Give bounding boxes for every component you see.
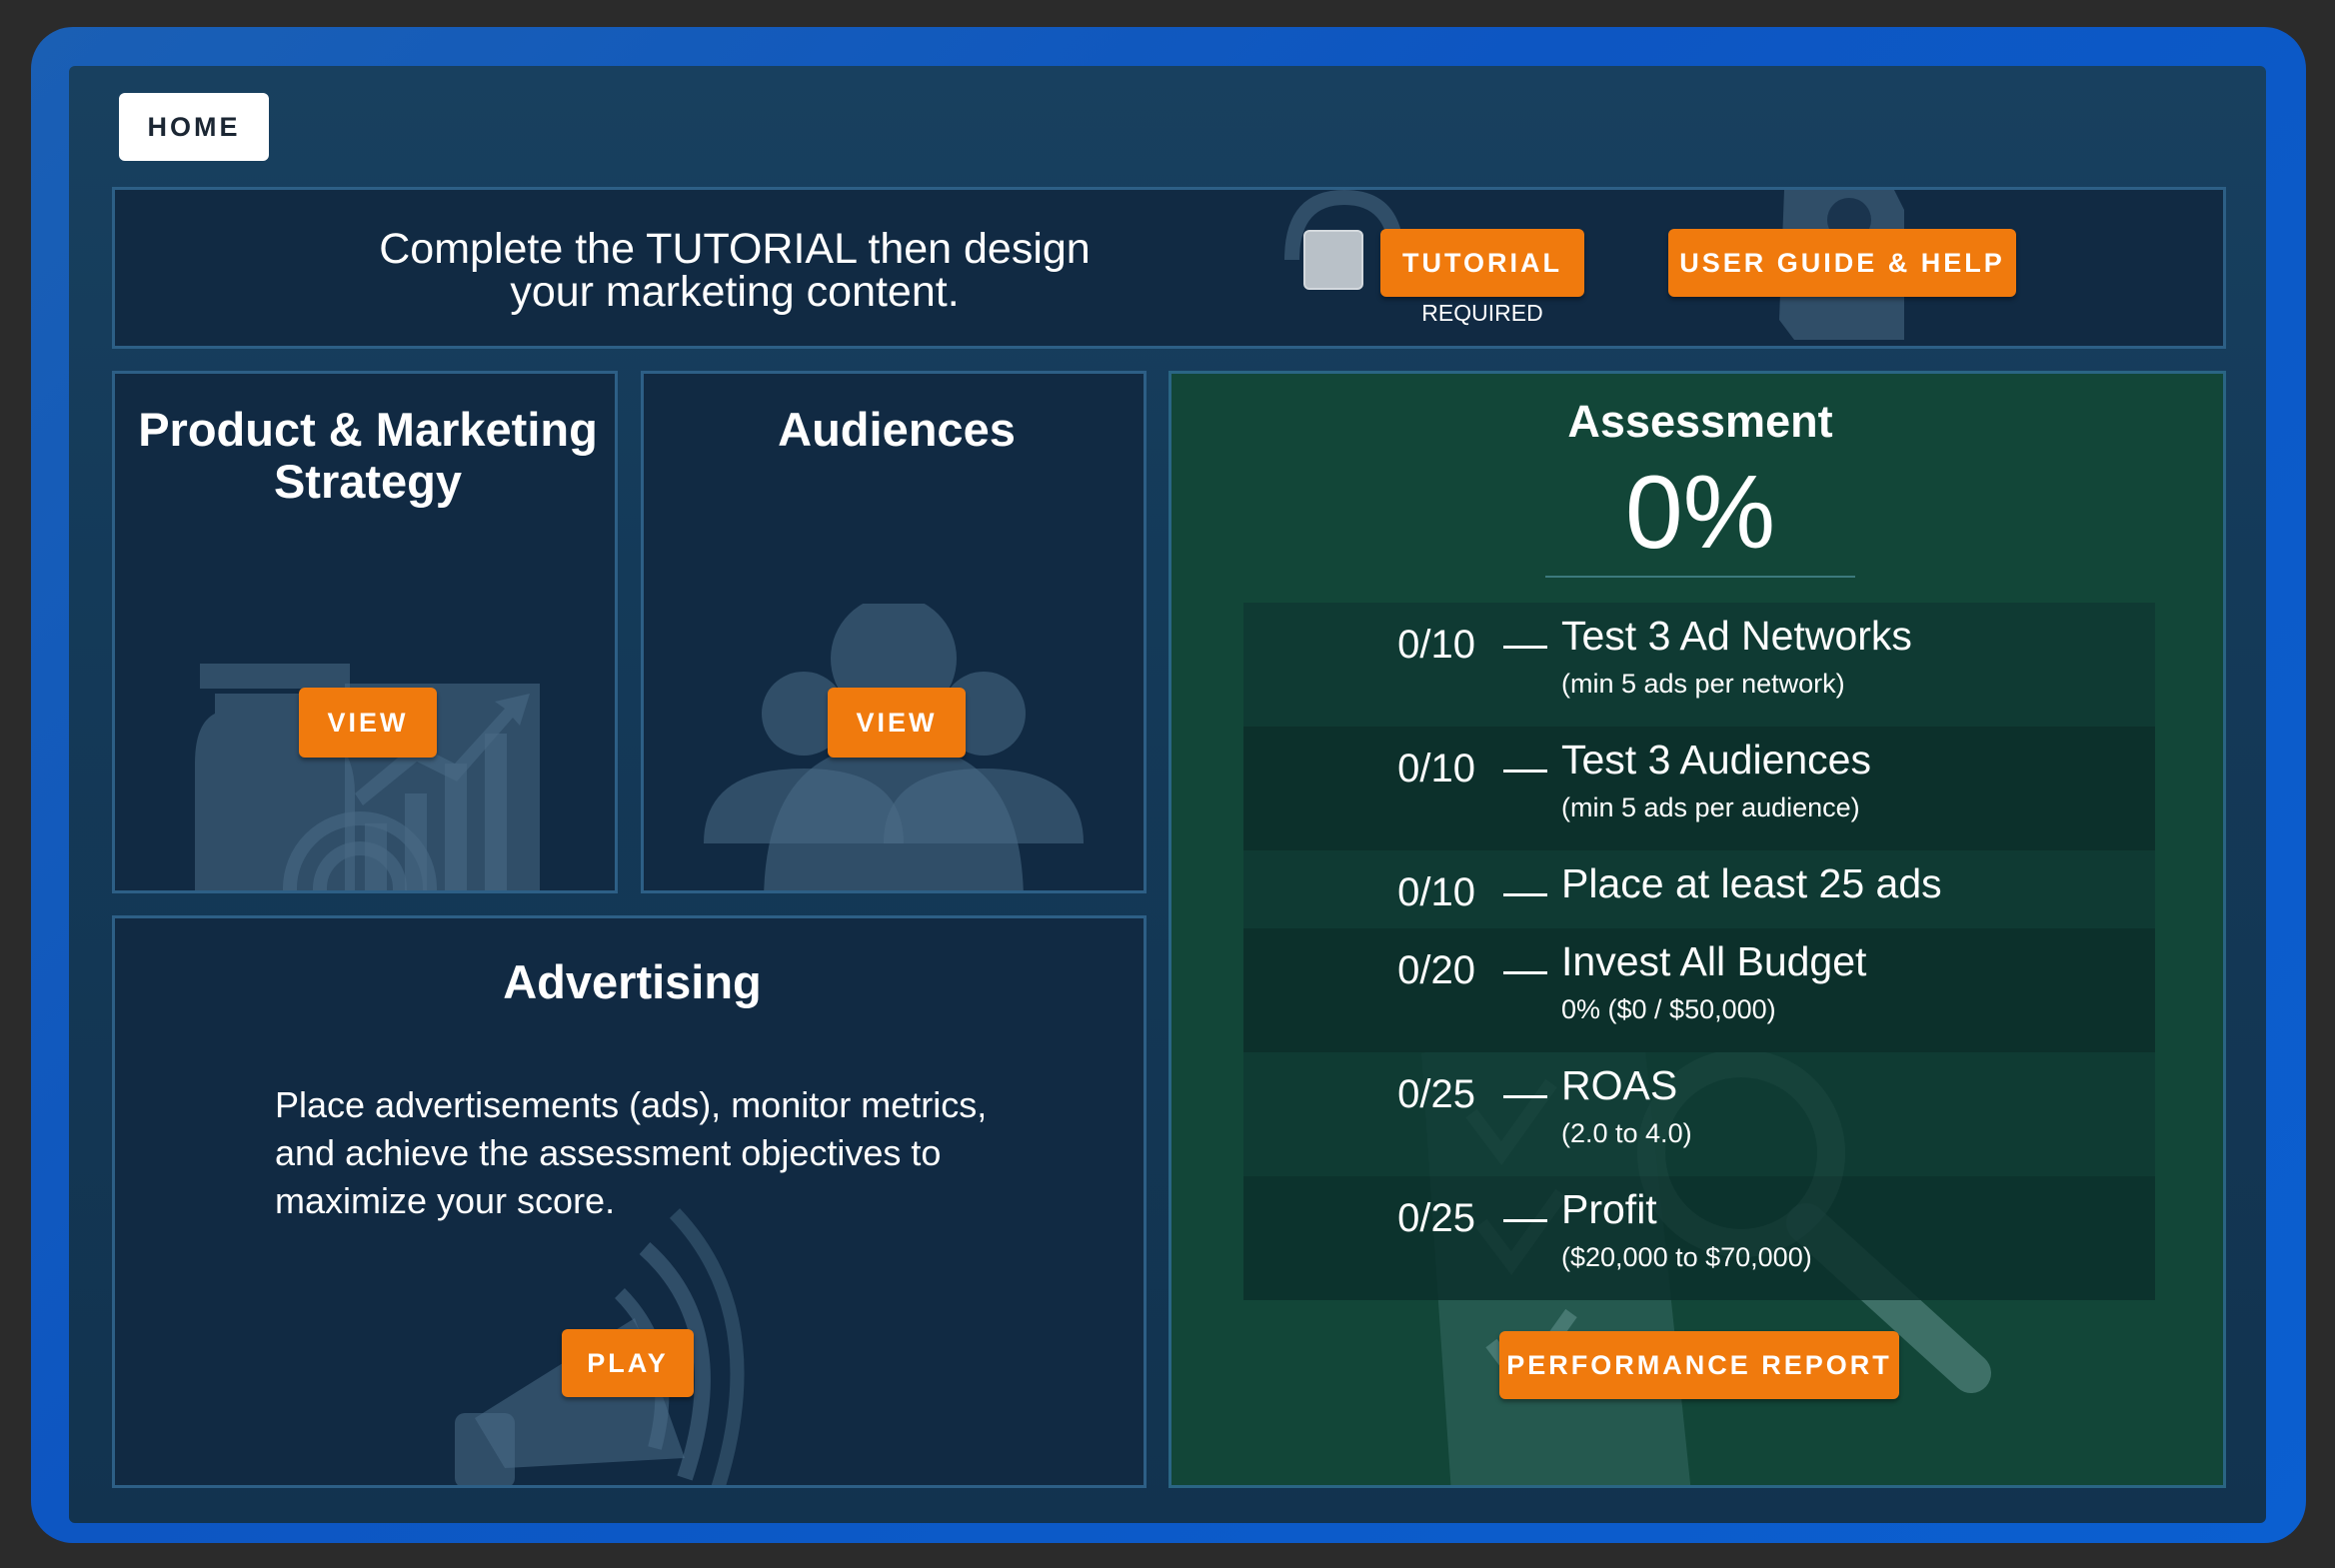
objective-invest-budget: 0/20 Invest All Budget 0% ($0 / $50,000) bbox=[1243, 928, 2155, 1052]
assessment-title: Assessment bbox=[1567, 396, 1833, 447]
objective-audiences: 0/10 Test 3 Audiences (min 5 ads per aud… bbox=[1243, 727, 2155, 850]
advertising-description: Place advertisements (ads), monitor metr… bbox=[275, 1084, 988, 1221]
assessment-card: Assessment 0% 0/10 Test 3 Ad Networks (m… bbox=[1168, 371, 2226, 1488]
objective-subtitle: (min 5 ads per network) bbox=[1561, 669, 1845, 699]
objective-dash bbox=[1503, 646, 1547, 649]
advertising-card: Advertising Place advertisements (ads), … bbox=[112, 915, 1147, 1488]
banner-message: Complete the TUTORIAL then design your m… bbox=[315, 190, 1155, 346]
tutorial-button[interactable]: TUTORIAL bbox=[1380, 229, 1584, 297]
banner-message-line-1: Complete the TUTORIAL then design bbox=[379, 225, 1091, 273]
score-underline bbox=[1545, 576, 1855, 578]
objective-dash bbox=[1503, 893, 1547, 896]
tutorial-complete-checkbox[interactable] bbox=[1303, 230, 1363, 290]
objective-score: 0/20 bbox=[1397, 948, 1475, 992]
objective-title: ROAS bbox=[1561, 1062, 1678, 1108]
objective-title: Profit bbox=[1561, 1186, 1657, 1232]
advertising-title: Advertising bbox=[503, 955, 762, 1008]
tutorial-required-label: REQUIRED bbox=[1421, 300, 1543, 326]
audiences-title: Audiences bbox=[778, 403, 1016, 456]
objective-subtitle: (2.0 to 4.0) bbox=[1561, 1118, 1692, 1148]
objective-roas: 0/25 ROAS (2.0 to 4.0) bbox=[1243, 1052, 2155, 1176]
audiences-view-button[interactable]: VIEW bbox=[828, 688, 966, 758]
banner-message-line-2: your marketing content. bbox=[510, 268, 960, 316]
objective-title: Test 3 Ad Networks bbox=[1561, 613, 1912, 659]
home-button[interactable]: HOME bbox=[119, 93, 269, 161]
objective-title: Invest All Budget bbox=[1561, 938, 1867, 984]
objective-dash bbox=[1503, 1219, 1547, 1222]
objective-ad-networks: 0/10 Test 3 Ad Networks (min 5 ads per n… bbox=[1243, 603, 2155, 727]
objective-score: 0/25 bbox=[1397, 1072, 1475, 1116]
advertising-play-button[interactable]: PLAY bbox=[562, 1329, 694, 1397]
product-strategy-card: Product & Marketing Strategy VIEW bbox=[112, 371, 618, 893]
product-strategy-title: Product & Marketing Strategy bbox=[138, 403, 598, 508]
objective-score: 0/25 bbox=[1397, 1196, 1475, 1240]
objective-score: 0/10 bbox=[1397, 623, 1475, 667]
objective-profit: 0/25 Profit ($20,000 to $70,000) bbox=[1243, 1176, 2155, 1300]
objective-dash bbox=[1503, 971, 1547, 974]
objective-title: Place at least 25 ads bbox=[1561, 860, 1942, 906]
user-guide-button[interactable]: USER GUIDE & HELP bbox=[1668, 229, 2016, 297]
objective-subtitle: 0% ($0 / $50,000) bbox=[1561, 994, 1776, 1024]
objective-place-ads: 0/10 Place at least 25 ads bbox=[1243, 850, 2155, 928]
product-strategy-view-button[interactable]: VIEW bbox=[299, 688, 437, 758]
objective-subtitle: ($20,000 to $70,000) bbox=[1561, 1242, 1812, 1272]
performance-report-button[interactable]: PERFORMANCE REPORT bbox=[1499, 1331, 1899, 1399]
objective-dash bbox=[1503, 770, 1547, 773]
objective-dash bbox=[1503, 1095, 1547, 1098]
audiences-card: Audiences VIEW bbox=[641, 371, 1147, 893]
objective-title: Test 3 Audiences bbox=[1561, 737, 1871, 783]
assessment-score: 0% bbox=[1624, 455, 1776, 571]
objective-subtitle: (min 5 ads per audience) bbox=[1561, 792, 1860, 822]
objective-score: 0/10 bbox=[1397, 870, 1475, 914]
objective-score: 0/10 bbox=[1397, 747, 1475, 790]
